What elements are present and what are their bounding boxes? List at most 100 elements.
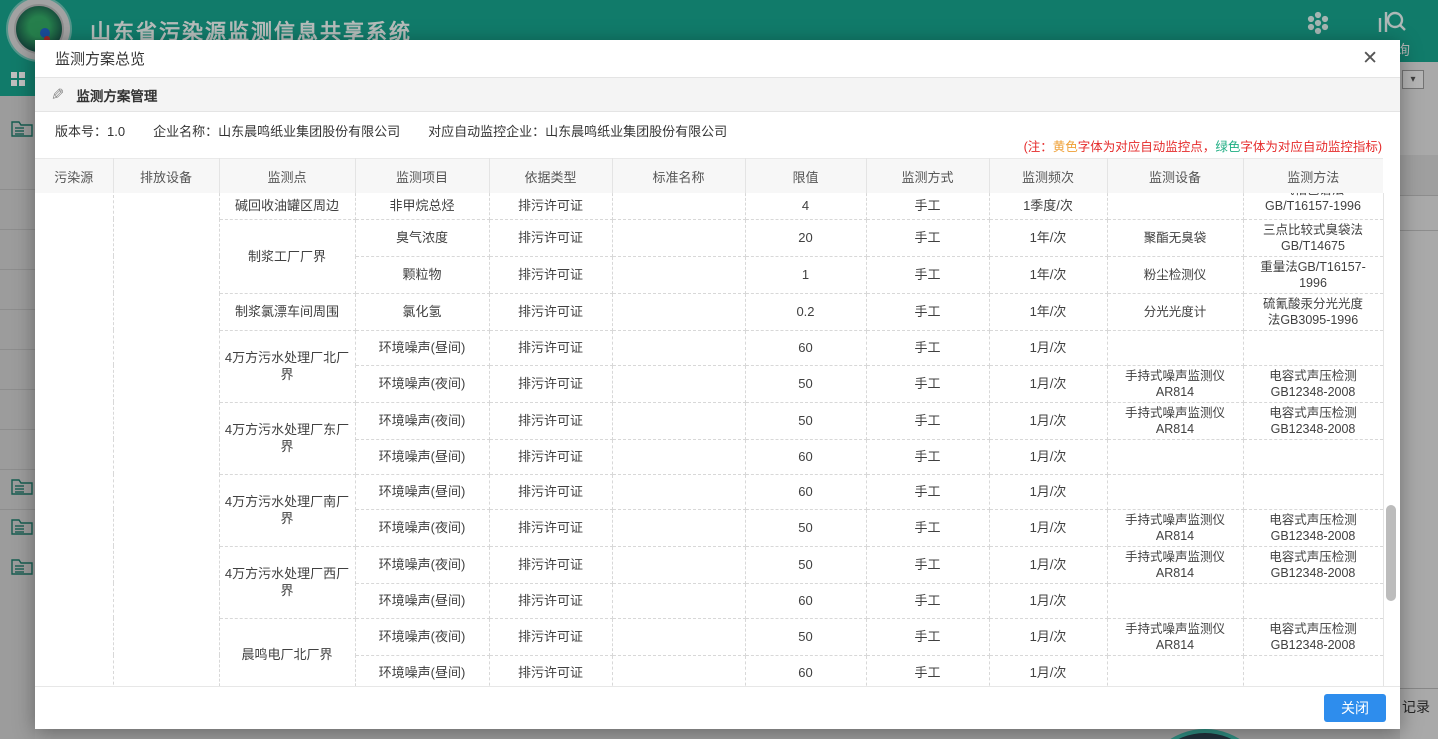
basis-type-cell: 排污许可证 bbox=[489, 256, 612, 293]
monitor-mode-cell: 手工 bbox=[866, 256, 989, 293]
monitor-method-cell bbox=[1243, 583, 1383, 618]
monitor-equipment-cell bbox=[1107, 583, 1243, 618]
basis-type-cell: 排污许可证 bbox=[489, 618, 612, 655]
monitor-equipment-cell bbox=[1107, 439, 1243, 474]
monitor-equipment-cell: 手持式噪声监测仪AR814 bbox=[1107, 509, 1243, 546]
monitor-point-cell: 晨鸣电厂北厂界 bbox=[219, 618, 355, 686]
monitor-mode-cell: 手工 bbox=[866, 509, 989, 546]
table-row: 晨鸣电厂北厂界环境噪声(夜间)排污许可证50手工1月/次手持式噪声监测仪AR81… bbox=[35, 618, 1383, 655]
monitor-freq-cell: 1年/次 bbox=[989, 219, 1107, 256]
limit-cell: 50 bbox=[745, 618, 866, 655]
monitor-method-cell bbox=[1243, 474, 1383, 509]
monitor-freq-cell: 1月/次 bbox=[989, 655, 1107, 686]
basis-type-cell: 排污许可证 bbox=[489, 402, 612, 439]
monitor-method-cell: 电容式声压检测GB12348-2008 bbox=[1243, 402, 1383, 439]
monitor-equipment-cell: 聚酯无臭袋 bbox=[1107, 219, 1243, 256]
standard-name-cell bbox=[612, 256, 745, 293]
column-header: 标准名称 bbox=[612, 159, 745, 194]
basis-type-cell: 排污许可证 bbox=[489, 193, 612, 219]
basis-type-cell: 排污许可证 bbox=[489, 546, 612, 583]
limit-cell: 0.2 bbox=[745, 293, 866, 330]
monitor-method-cell: 电容式声压检测GB12348-2008 bbox=[1243, 365, 1383, 402]
monitor-point-cell: 4万方污水处理厂西厂界 bbox=[219, 546, 355, 618]
standard-name-cell bbox=[612, 330, 745, 365]
monitor-point-cell: 制浆氯漂车间周围 bbox=[219, 293, 355, 330]
monitor-mode-cell: 手工 bbox=[866, 193, 989, 219]
limit-cell: 4 bbox=[745, 193, 866, 219]
column-header: 监测设备 bbox=[1107, 159, 1243, 194]
monitoring-plan-modal: 监测方案总览 ✕ ✎ 监测方案管理 版本号：1.0企业名称：山东晨鸣纸业集团股份… bbox=[35, 40, 1400, 729]
standard-name-cell bbox=[612, 402, 745, 439]
basis-type-cell: 排污许可证 bbox=[489, 509, 612, 546]
basis-type-cell: 排污许可证 bbox=[489, 583, 612, 618]
monitor-equipment-cell: 手持式噪声监测仪AR814 bbox=[1107, 402, 1243, 439]
monitor-point-cell: 4万方污水处理厂东厂界 bbox=[219, 402, 355, 474]
monitor-item-cell: 环境噪声(昼间) bbox=[355, 439, 489, 474]
column-header: 监测项目 bbox=[355, 159, 489, 194]
pollution-source-cell bbox=[35, 193, 113, 686]
monitor-item-cell: 环境噪声(夜间) bbox=[355, 402, 489, 439]
basis-type-cell: 排污许可证 bbox=[489, 474, 612, 509]
column-header: 监测方式 bbox=[866, 159, 989, 194]
standard-name-cell bbox=[612, 219, 745, 256]
monitor-item-cell: 环境噪声(昼间) bbox=[355, 474, 489, 509]
standard-name-cell bbox=[612, 365, 745, 402]
monitor-item-cell: 环境噪声(夜间) bbox=[355, 365, 489, 402]
note-yellow: 黄色 bbox=[1053, 140, 1078, 154]
column-header: 污染源 bbox=[35, 159, 113, 194]
monitor-method-cell: 电容式声压检测GB12348-2008 bbox=[1243, 618, 1383, 655]
monitor-mode-cell: 手工 bbox=[866, 583, 989, 618]
basis-type-cell: 排污许可证 bbox=[489, 365, 612, 402]
column-header: 依据类型 bbox=[489, 159, 612, 194]
monitor-item-cell: 氯化氢 bbox=[355, 293, 489, 330]
monitor-equipment-cell bbox=[1107, 330, 1243, 365]
limit-cell: 50 bbox=[745, 402, 866, 439]
discharge-equipment-cell bbox=[113, 193, 219, 686]
table-scroll-viewport[interactable]: 碱回收油罐区周边非甲烷总烃排污许可证4手工1季度/次气相色谱法GB/T16157… bbox=[35, 193, 1400, 686]
monitor-mode-cell: 手工 bbox=[866, 330, 989, 365]
close-icon[interactable]: ✕ bbox=[1362, 49, 1378, 68]
monitor-freq-cell: 1月/次 bbox=[989, 618, 1107, 655]
basis-type-cell: 排污许可证 bbox=[489, 219, 612, 256]
table-row: 4万方污水处理厂西厂界环境噪声(夜间)排污许可证50手工1月/次手持式噪声监测仪… bbox=[35, 546, 1383, 583]
close-button[interactable]: 关闭 bbox=[1324, 694, 1386, 722]
company-label: 企业名称：山东晨鸣纸业集团股份有限公司 bbox=[153, 124, 400, 139]
standard-name-cell bbox=[612, 509, 745, 546]
limit-cell: 60 bbox=[745, 330, 866, 365]
monitor-mode-cell: 手工 bbox=[866, 402, 989, 439]
monitor-equipment-cell bbox=[1107, 474, 1243, 509]
plan-info: 版本号：1.0企业名称：山东晨鸣纸业集团股份有限公司对应自动监控企业：山东晨鸣纸… bbox=[55, 121, 755, 140]
monitor-freq-cell: 1年/次 bbox=[989, 256, 1107, 293]
monitor-equipment-cell: 手持式噪声监测仪AR814 bbox=[1107, 365, 1243, 402]
limit-cell: 60 bbox=[745, 583, 866, 618]
monitor-mode-cell: 手工 bbox=[866, 365, 989, 402]
monitor-item-cell: 臭气浓度 bbox=[355, 219, 489, 256]
monitor-method-cell: 气相色谱法GB/T16157-1996 bbox=[1243, 193, 1383, 219]
limit-cell: 20 bbox=[745, 219, 866, 256]
scrollbar-thumb[interactable] bbox=[1386, 505, 1396, 601]
basis-type-cell: 排污许可证 bbox=[489, 439, 612, 474]
limit-cell: 60 bbox=[745, 474, 866, 509]
monitor-equipment-cell: 手持式噪声监测仪AR814 bbox=[1107, 546, 1243, 583]
limit-cell: 60 bbox=[745, 655, 866, 686]
monitor-item-cell: 非甲烷总烃 bbox=[355, 193, 489, 219]
version-label: 版本号：1.0 bbox=[55, 124, 125, 139]
limit-cell: 50 bbox=[745, 509, 866, 546]
monitor-method-cell: 硫氰酸汞分光光度法GB3095-1996 bbox=[1243, 293, 1383, 330]
standard-name-cell bbox=[612, 618, 745, 655]
column-header: 限值 bbox=[745, 159, 866, 194]
table-row: 制浆工厂厂界臭气浓度排污许可证20手工1年/次聚酯无臭袋三点比较式臭袋法GB/T… bbox=[35, 219, 1383, 256]
monitor-item-cell: 环境噪声(昼间) bbox=[355, 583, 489, 618]
modal-footer: 关闭 bbox=[35, 686, 1400, 729]
standard-name-cell bbox=[612, 474, 745, 509]
monitor-mode-cell: 手工 bbox=[866, 219, 989, 256]
monitor-freq-cell: 1月/次 bbox=[989, 439, 1107, 474]
monitor-mode-cell: 手工 bbox=[866, 546, 989, 583]
monitor-equipment-cell: 分光光度计 bbox=[1107, 293, 1243, 330]
monitor-method-cell bbox=[1243, 655, 1383, 686]
standard-name-cell bbox=[612, 439, 745, 474]
screen: 山东省污染源监测信息共享系统 bbox=[0, 0, 1438, 739]
standard-name-cell bbox=[612, 193, 745, 219]
monitor-point-cell: 制浆工厂厂界 bbox=[219, 219, 355, 293]
table-row: 4万方污水处理厂北厂界环境噪声(昼间)排污许可证60手工1月/次 bbox=[35, 330, 1383, 365]
